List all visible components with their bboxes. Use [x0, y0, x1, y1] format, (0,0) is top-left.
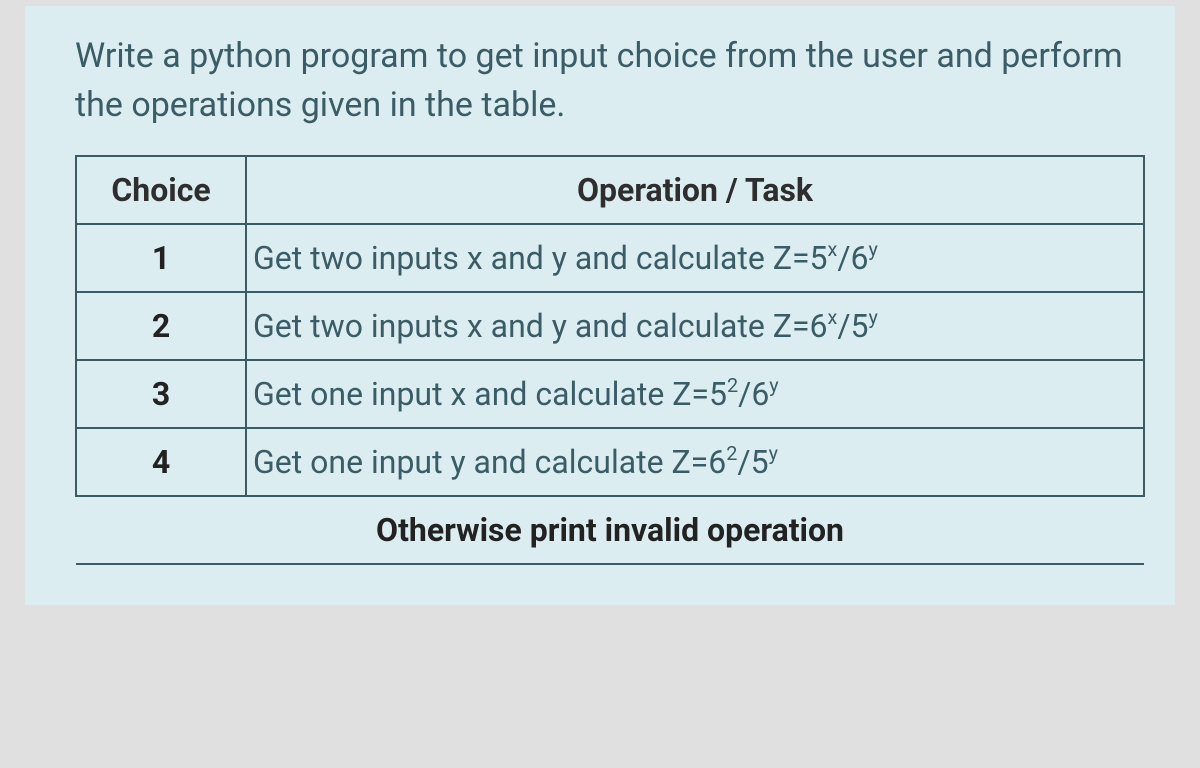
- task-text: Get one input x and calculate Z=5: [253, 375, 727, 413]
- task-cell: Get two inputs x and y and calculate Z=6…: [246, 292, 1144, 360]
- exp: 2: [727, 374, 738, 397]
- exp: 2: [726, 442, 737, 465]
- choice-cell: 4: [76, 428, 246, 496]
- table-row-otherwise: Otherwise print invalid operation: [76, 496, 1144, 564]
- choice-cell: 2: [76, 292, 246, 360]
- header-task: Operation / Task: [246, 156, 1144, 224]
- table-header-row: Choice Operation / Task: [76, 156, 1144, 224]
- task-text: Get two inputs x and y and calculate Z=6: [253, 307, 827, 345]
- exp: y: [769, 374, 778, 397]
- task-cell: Get one input y and calculate Z=62/5y: [246, 428, 1144, 496]
- otherwise-cell: Otherwise print invalid operation: [76, 496, 1144, 564]
- exp: x: [827, 306, 837, 329]
- table-row: 2 Get two inputs x and y and calculate Z…: [76, 292, 1144, 360]
- task-text: /6: [738, 375, 769, 413]
- question-card: Write a python program to get input choi…: [25, 6, 1175, 605]
- task-text: Get one input y and calculate Z=6: [253, 443, 726, 481]
- exp: y: [769, 442, 778, 465]
- task-text: /6: [837, 239, 868, 277]
- table-row: 3 Get one input x and calculate Z=52/6y: [76, 360, 1144, 428]
- table-row: 4 Get one input y and calculate Z=62/5y: [76, 428, 1144, 496]
- operations-table: Choice Operation / Task 1 Get two inputs…: [75, 155, 1145, 565]
- header-choice: Choice: [76, 156, 246, 224]
- task-text: Get two inputs x and y and calculate Z=5: [253, 239, 827, 277]
- table-row: 1 Get two inputs x and y and calculate Z…: [76, 224, 1144, 292]
- task-text: /5: [837, 307, 868, 345]
- task-cell: Get two inputs x and y and calculate Z=5…: [246, 224, 1144, 292]
- exp: y: [869, 306, 878, 329]
- task-text: /5: [737, 443, 768, 481]
- exp: x: [827, 238, 837, 261]
- exp: y: [869, 238, 878, 261]
- question-prompt: Write a python program to get input choi…: [75, 32, 1145, 131]
- choice-cell: 3: [76, 360, 246, 428]
- choice-cell: 1: [76, 224, 246, 292]
- task-cell: Get one input x and calculate Z=52/6y: [246, 360, 1144, 428]
